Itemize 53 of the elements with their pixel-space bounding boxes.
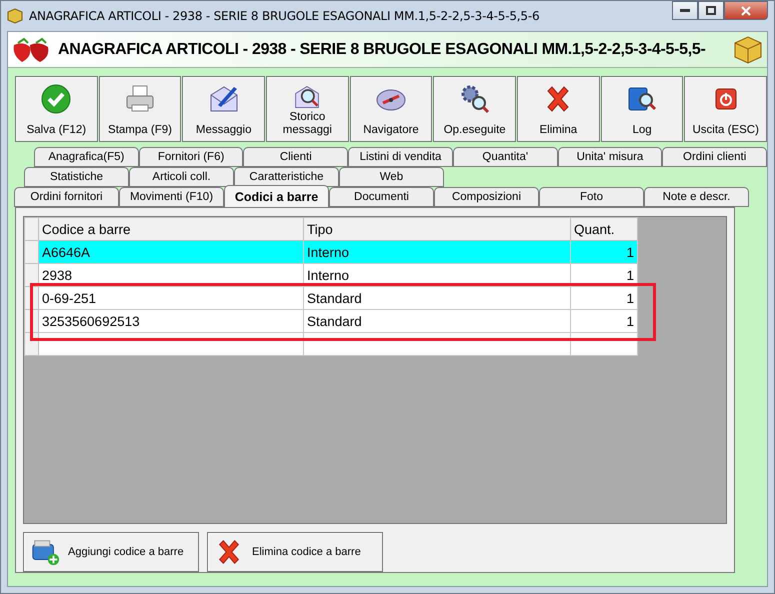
tab[interactable]: Composizioni [434,187,539,207]
header-title: ANAGRAFICA ARTICOLI - 2938 - SERIE 8 BRUGOLE ESAGONALI MM.1,5-2-2,5-3-4-5-5,5- [58,40,707,58]
toolbar-button[interactable]: Op.eseguite [433,76,516,142]
tab[interactable]: Note e descr. [644,187,749,207]
table-cell: Interno [304,240,570,264]
maximize-icon [706,6,716,15]
checkmark-icon [40,83,72,115]
box-icon [733,34,763,64]
tab[interactable]: Foto [539,187,644,207]
window-title: ANAGRAFICA ARTICOLI - 2938 - SERIE 8 BRUGOLE ESAGONALI MM.1,5-2-2,5-3-4-5-5,5-6 [29,9,540,23]
table-cell: 1 [570,310,638,332]
table-cell: 3253560692513 [38,310,304,332]
toolbar-button[interactable]: Navigatore [350,76,432,142]
tab[interactable]: Documenti [329,187,434,207]
tab[interactable]: Unita' misura [558,147,662,167]
table-cell: Standard [304,286,570,310]
tab[interactable]: Fornitori (F6) [138,147,244,167]
tab[interactable]: Anagrafica(F5) [34,147,139,167]
column-header[interactable]: Codice a barre [38,218,304,240]
tab[interactable]: Articoli coll. [129,167,234,187]
toolbar-button[interactable]: Stampa (F9) [98,76,182,142]
tab[interactable]: Ordini fornitori [14,187,119,207]
maximize-button[interactable] [698,1,724,20]
minimize-icon [680,8,690,12]
toolbar-button[interactable]: Elimina [517,76,600,142]
toolbar-button[interactable]: Storico messaggi [266,76,349,142]
toolbar-button[interactable]: Messaggio [182,76,266,142]
toolbar-button[interactable]: Salva (F12) [15,76,98,142]
table-cell: 0-69-251 [38,286,304,310]
close-icon [741,6,751,16]
tab[interactable]: Statistiche [24,167,129,187]
gears-magnifier-icon [458,83,491,115]
minimize-button[interactable] [672,1,698,20]
box-icon [7,8,23,24]
column-header[interactable]: Tipo [304,218,570,240]
toolbar-button[interactable]: Log [600,76,684,142]
table-cell: 1 [570,286,638,310]
tab[interactable]: Caratteristiche [234,167,339,187]
table-cell: 1 [570,240,638,264]
toolbar-button[interactable]: Uscita (ESC) [684,76,768,142]
table-cell: A6646A [38,240,304,264]
tab[interactable]: Web [339,167,444,187]
tab[interactable]: Quantita' [452,147,558,167]
tab[interactable]: Clienti [243,147,348,167]
tab[interactable]: Codici a barre [224,185,329,207]
action-button[interactable]: Elimina codice a barre [207,532,383,572]
tab[interactable]: Ordini clienti [662,147,768,167]
tab[interactable]: Movimenti (F10) [119,187,224,207]
tab[interactable]: Listini di vendita [348,147,453,167]
table-cell: Standard [304,310,570,332]
close-button[interactable] [724,1,768,20]
column-header[interactable]: Quant. [570,218,638,240]
action-button[interactable]: Aggiungi codice a barre [23,532,199,572]
